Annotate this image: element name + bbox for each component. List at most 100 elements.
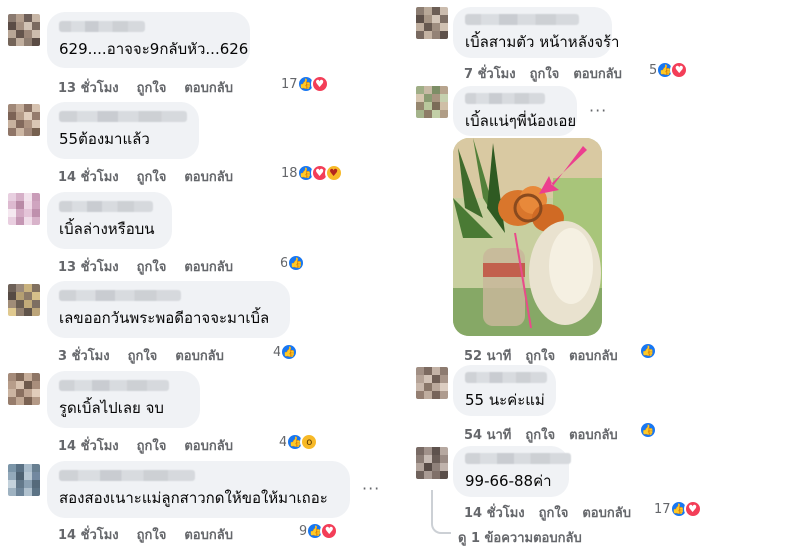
reaction-count: 18 xyxy=(281,165,298,181)
view-replies-link[interactable]: ดู 1 ข้อความตอบกลับ xyxy=(458,527,582,548)
reply-button[interactable]: ตอบกลับ xyxy=(573,63,622,84)
like-button[interactable]: ถูกใจ xyxy=(539,502,569,523)
comment-actions: 14 ชั่วโมง ถูกใจ ตอบกลับ xyxy=(58,524,233,545)
comment-time[interactable]: 3 ชั่วโมง xyxy=(58,345,110,366)
like-button[interactable]: ถูกใจ xyxy=(137,256,167,277)
comment-text: 99-66-88ค่า xyxy=(465,472,552,490)
author-name[interactable] xyxy=(59,290,181,301)
comment-actions: 14 ชั่วโมง ถูกใจ ตอบกลับ xyxy=(58,435,233,456)
comment-text: 629....อาจจะ9กลับหัว...626 xyxy=(59,40,249,58)
comment-bubble: เบิ้ลสามตัว หน้าหลังจร้า xyxy=(453,7,620,58)
like-button[interactable]: ถูกใจ xyxy=(137,524,167,545)
like-button[interactable]: ถูกใจ xyxy=(525,424,555,445)
comment-time[interactable]: 14 ชั่วโมง xyxy=(58,524,119,545)
author-name[interactable] xyxy=(59,201,153,212)
comment-actions: 13 ชั่วโมง ถูกใจ ตอบกลับ xyxy=(58,256,233,277)
author-name[interactable] xyxy=(465,14,579,25)
comment-bubble: เบิ้ลล่างหรือบน xyxy=(47,192,172,249)
reply-button[interactable]: ตอบกลับ xyxy=(569,424,618,445)
like-button[interactable]: ถูกใจ xyxy=(137,77,167,98)
comment-time[interactable]: 14 ชั่วโมง xyxy=(58,435,119,456)
author-name[interactable] xyxy=(59,380,169,391)
comment-bubble: 99-66-88ค่า xyxy=(453,446,571,497)
reply-button[interactable]: ตอบกลับ xyxy=(184,524,233,545)
comment-actions: 54 นาที ถูกใจ ตอบกลับ xyxy=(464,424,618,445)
author-name[interactable] xyxy=(59,21,145,32)
reaction-summary[interactable]: 4 👍 o xyxy=(279,433,319,451)
like-button[interactable]: ถูกใจ xyxy=(525,345,555,366)
love-icon: ♥ xyxy=(320,522,339,540)
comment-time[interactable]: 54 นาที xyxy=(464,424,511,445)
reaction-summary[interactable]: 👍 xyxy=(639,342,657,360)
comment-text: เบิ้ลสามตัว หน้าหลังจร้า xyxy=(465,33,620,51)
photo-graphic xyxy=(453,138,602,336)
comment-bubble: เบิ้ลแน่ๆพี่น้องเอย xyxy=(453,86,577,136)
avatar[interactable] xyxy=(8,14,40,46)
reply-button[interactable]: ตอบกลับ xyxy=(582,502,631,523)
comment-text: รูดเบิ้ลไปเลย จบ xyxy=(59,399,164,417)
avatar[interactable] xyxy=(8,193,40,225)
avatar[interactable] xyxy=(416,447,448,479)
reaction-summary[interactable]: 5 👍 ♥ xyxy=(649,61,689,79)
reply-button[interactable]: ตอบกลับ xyxy=(184,435,233,456)
like-icon: 👍 xyxy=(287,254,306,272)
comment-time[interactable]: 7 ชั่วโมง xyxy=(464,63,516,84)
avatar[interactable] xyxy=(416,7,448,39)
comment-bubble: 55 นะค่ะแม่ xyxy=(453,365,556,416)
comment-text: เลขออกวันพระพอดีอาจจะมาเบิ้ล xyxy=(59,309,270,327)
comment-photo[interactable] xyxy=(453,138,602,336)
comment-actions: 3 ชั่วโมง ถูกใจ ตอบกลับ xyxy=(58,345,224,366)
reply-button[interactable]: ตอบกลับ xyxy=(175,345,224,366)
comment-actions: 52 นาที ถูกใจ ตอบกลับ xyxy=(464,345,618,366)
reaction-summary[interactable]: 17 👍 ♥ xyxy=(654,500,702,518)
comment-bubble: รูดเบิ้ลไปเลย จบ xyxy=(47,371,200,428)
avatar[interactable] xyxy=(8,104,40,136)
like-button[interactable]: ถูกใจ xyxy=(137,166,167,187)
reaction-summary[interactable]: 4 👍 xyxy=(273,343,299,361)
reply-button[interactable]: ตอบกลับ xyxy=(184,166,233,187)
like-icon: 👍 xyxy=(280,343,299,361)
like-button[interactable]: ถูกใจ xyxy=(128,345,158,366)
like-button[interactable]: ถูกใจ xyxy=(137,435,167,456)
reaction-summary[interactable]: 9 👍 ♥ xyxy=(299,522,339,540)
like-button[interactable]: ถูกใจ xyxy=(530,63,560,84)
avatar[interactable] xyxy=(8,373,40,405)
comment-text: สองสองเนาะแม่ลูกสาวกดให้ขอให้มาเถอะ xyxy=(59,489,328,507)
reaction-count: 17 xyxy=(281,76,298,92)
comment-time[interactable]: 13 ชั่วโมง xyxy=(58,77,119,98)
reply-button[interactable]: ตอบกลับ xyxy=(184,77,233,98)
avatar[interactable] xyxy=(416,367,448,399)
comment-bubble: 55ต้องมาแล้ว xyxy=(47,102,199,159)
love-icon: ♥ xyxy=(683,500,702,518)
reaction-summary[interactable]: 6 👍 xyxy=(280,254,306,272)
comment-time[interactable]: 52 นาที xyxy=(464,345,511,366)
reply-button[interactable]: ตอบกลับ xyxy=(184,256,233,277)
comment-time[interactable]: 13 ชั่วโมง xyxy=(58,256,119,277)
author-name[interactable] xyxy=(59,111,187,122)
care-icon: ♥ xyxy=(324,164,343,182)
comment-time[interactable]: 14 ชั่วโมง xyxy=(464,502,525,523)
author-name[interactable] xyxy=(465,93,545,104)
avatar[interactable] xyxy=(416,86,448,118)
reaction-summary[interactable]: 17 👍 ♥ xyxy=(281,75,329,93)
reply-button[interactable]: ตอบกลับ xyxy=(569,345,618,366)
reply-thread-line xyxy=(431,490,451,534)
comment-text: เบิ้ลล่างหรือบน xyxy=(59,220,155,238)
avatar[interactable] xyxy=(8,284,40,316)
author-name[interactable] xyxy=(59,470,195,481)
comment-bubble: สองสองเนาะแม่ลูกสาวกดให้ขอให้มาเถอะ xyxy=(47,461,350,518)
author-name[interactable] xyxy=(465,453,571,464)
like-icon: 👍 xyxy=(639,342,657,360)
comment-text: 55ต้องมาแล้ว xyxy=(59,130,150,148)
comment-actions: 14 ชั่วโมง ถูกใจ ตอบกลับ xyxy=(464,502,631,523)
more-options-icon[interactable]: ··· xyxy=(362,479,380,498)
comment-time[interactable]: 14 ชั่วโมง xyxy=(58,166,119,187)
more-options-icon[interactable]: ··· xyxy=(589,101,607,120)
author-name[interactable] xyxy=(465,372,547,383)
avatar[interactable] xyxy=(8,464,40,496)
reaction-summary[interactable]: 18 👍 ♥ ♥ xyxy=(281,164,343,182)
reaction-summary[interactable]: 👍 xyxy=(639,421,657,439)
comment-actions: 13 ชั่วโมง ถูกใจ ตอบกลับ xyxy=(58,77,233,98)
comment-bubble: 629....อาจจะ9กลับหัว...626 xyxy=(47,12,250,68)
comment-text: เบิ้ลแน่ๆพี่น้องเอย xyxy=(465,112,577,130)
